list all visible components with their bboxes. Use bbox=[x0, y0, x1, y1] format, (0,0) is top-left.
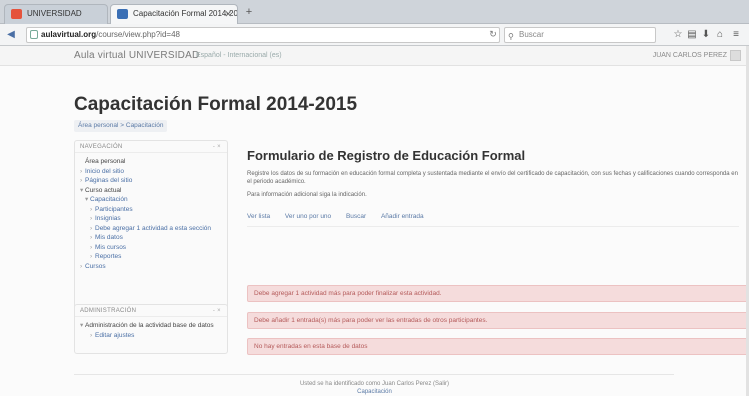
block-title: NAVEGACIÓN bbox=[80, 144, 123, 150]
alert-message: No hay entradas en esta base de datos bbox=[247, 338, 749, 355]
tab-view-single[interactable]: Ver uno por uno bbox=[285, 210, 331, 224]
tab-view-list[interactable]: Ver lista bbox=[247, 210, 270, 224]
nav-item-paginas[interactable]: › Páginas del sitio bbox=[80, 176, 222, 186]
nav-item-cursos[interactable]: › Cursos bbox=[80, 262, 222, 272]
nav-item-insignias[interactable]: › Insignias bbox=[80, 214, 222, 224]
language-menu[interactable]: Español - Internacional (es) bbox=[196, 52, 282, 59]
tab-add-entry[interactable]: Añadir entrada bbox=[381, 210, 424, 224]
admin-tree: ▾ Administración de la actividad base de … bbox=[75, 317, 227, 344]
lock-icon bbox=[30, 30, 38, 39]
new-tab-button[interactable]: + bbox=[242, 6, 256, 20]
page-title: Capacitación Formal 2014-2015 bbox=[74, 94, 358, 115]
alert-message: Debe añadir 1 entrada(s) más para poder … bbox=[247, 312, 749, 329]
admin-item-edit-settings[interactable]: › Editar ajustes bbox=[80, 331, 222, 341]
nav-item-label: Insignias bbox=[95, 215, 121, 222]
menu-icon[interactable]: ≡ bbox=[730, 28, 742, 42]
download-icon[interactable]: ⬇ bbox=[700, 28, 712, 42]
address-bar[interactable]: aulavirtual.org/course/view.php?id=48 bbox=[26, 27, 500, 43]
nav-item-mis-datos[interactable]: › Mis datos bbox=[80, 233, 222, 243]
nav-item-section[interactable]: › Debe agregar 1 actividad a esta sección bbox=[80, 224, 222, 234]
browser-tab-active[interactable]: Capacitación Formal 2014-2015 ✕ bbox=[110, 4, 238, 24]
browser-tab[interactable]: UNIVERSIDAD bbox=[4, 4, 108, 24]
nav-item-label: Cursos bbox=[85, 262, 106, 270]
search-placeholder: Buscar bbox=[519, 30, 544, 39]
nav-item-mis-cursos[interactable]: › Mis cursos bbox=[80, 243, 222, 253]
url-host: aulavirtual.org bbox=[41, 30, 97, 39]
search-icon: ⚲ bbox=[508, 32, 514, 41]
web-page: Aula virtual UNIVERSIDAD Español - Inter… bbox=[0, 46, 749, 396]
home-icon[interactable]: ⌂ bbox=[714, 28, 726, 42]
block-title: ADMINISTRACIÓN bbox=[80, 308, 137, 314]
nav-item-reportes[interactable]: › Reportes bbox=[80, 252, 222, 262]
tab-title: UNIVERSIDAD bbox=[27, 9, 82, 18]
star-icon[interactable]: ☆ bbox=[672, 28, 684, 42]
footer-course-link[interactable]: Capacitación bbox=[0, 388, 749, 396]
browser-tab-bar: UNIVERSIDAD Capacitación Formal 2014-201… bbox=[0, 0, 749, 24]
nav-item-label: Administración de la actividad base de d… bbox=[85, 322, 214, 329]
nav-item-curso-actual[interactable]: ▾ Curso actual bbox=[80, 186, 222, 196]
close-icon[interactable]: ✕ bbox=[224, 5, 232, 23]
favicon-icon bbox=[11, 9, 22, 19]
collapse-icon[interactable]: - × bbox=[213, 308, 221, 314]
login-info[interactable]: Usted se ha identificado como Juan Carlo… bbox=[0, 380, 749, 388]
main-content: Formulario de Registro de Educación Form… bbox=[240, 140, 749, 370]
page-footer: Usted se ha identificado como Juan Carlo… bbox=[0, 380, 749, 396]
back-icon[interactable]: ◀ bbox=[4, 28, 18, 42]
nav-item-label: Páginas del sitio bbox=[85, 177, 133, 184]
nav-item-label: Mis cursos bbox=[95, 243, 127, 251]
collapse-icon[interactable]: - × bbox=[213, 144, 221, 150]
activity-note: Para información adicional siga la indic… bbox=[247, 192, 367, 198]
user-menu[interactable]: JUAN CARLOS PEREZ bbox=[653, 52, 727, 59]
tabs-divider bbox=[247, 226, 739, 227]
nav-item-label: Reportes bbox=[95, 253, 122, 260]
favicon-icon bbox=[117, 9, 128, 19]
tab-search[interactable]: Buscar bbox=[346, 210, 366, 224]
activity-description: Registre los datos de su formación en ed… bbox=[247, 171, 738, 185]
reader-icon[interactable]: ▤ bbox=[686, 28, 698, 42]
activity-title: Formulario de Registro de Educación Form… bbox=[247, 148, 526, 163]
reload-icon[interactable]: ↻ bbox=[486, 27, 500, 41]
nav-item-label: Área personal bbox=[85, 158, 126, 165]
nav-item-label: Mis datos bbox=[95, 234, 123, 241]
site-brand[interactable]: Aula virtual UNIVERSIDAD bbox=[74, 50, 199, 61]
block-heading: ADMINISTRACIÓN - × bbox=[75, 305, 227, 317]
administration-block: ADMINISTRACIÓN - × ▾ Administración de la… bbox=[74, 304, 228, 354]
nav-item-label: Inicio del sitio bbox=[85, 167, 125, 175]
nav-item-inicio[interactable]: › Inicio del sitio bbox=[80, 167, 222, 177]
nav-item-label: Curso actual bbox=[85, 186, 122, 194]
site-navbar: Aula virtual UNIVERSIDAD Español - Inter… bbox=[0, 46, 749, 66]
nav-item-label: Debe agregar 1 actividad a esta sección bbox=[95, 224, 211, 232]
block-heading: NAVEGACIÓN - × bbox=[75, 141, 227, 153]
nav-item-participantes[interactable]: › Participantes bbox=[80, 205, 222, 215]
tab-title: Capacitación Formal 2014-2015 bbox=[133, 9, 238, 18]
nav-item-label: Capacitación bbox=[90, 196, 128, 203]
breadcrumb[interactable]: Área personal > Capacitación bbox=[74, 120, 168, 132]
footer-divider bbox=[74, 374, 674, 375]
avatar[interactable] bbox=[730, 50, 741, 61]
database-tabs: Ver lista Ver uno por uno Buscar Añadir … bbox=[247, 210, 436, 224]
url-path: /course/view.php?id=48 bbox=[96, 30, 180, 39]
alert-message: Debe agregar 1 actividad más para poder … bbox=[247, 285, 749, 302]
search-input[interactable]: ⚲ Buscar bbox=[504, 27, 656, 43]
browser-nav-bar: ◀ aulavirtual.org/course/view.php?id=48 … bbox=[0, 24, 749, 46]
nav-item-label: Participantes bbox=[95, 205, 133, 213]
nav-item-capacitacion[interactable]: ▾ Capacitación bbox=[80, 195, 222, 205]
admin-item-database[interactable]: ▾ Administración de la actividad base de … bbox=[80, 321, 222, 331]
nav-item-area-personal[interactable]: Área personal bbox=[80, 157, 222, 167]
navigation-tree: Área personal › Inicio del sitio › Páginas… bbox=[75, 153, 227, 275]
nav-item-label: Editar ajustes bbox=[95, 331, 135, 339]
